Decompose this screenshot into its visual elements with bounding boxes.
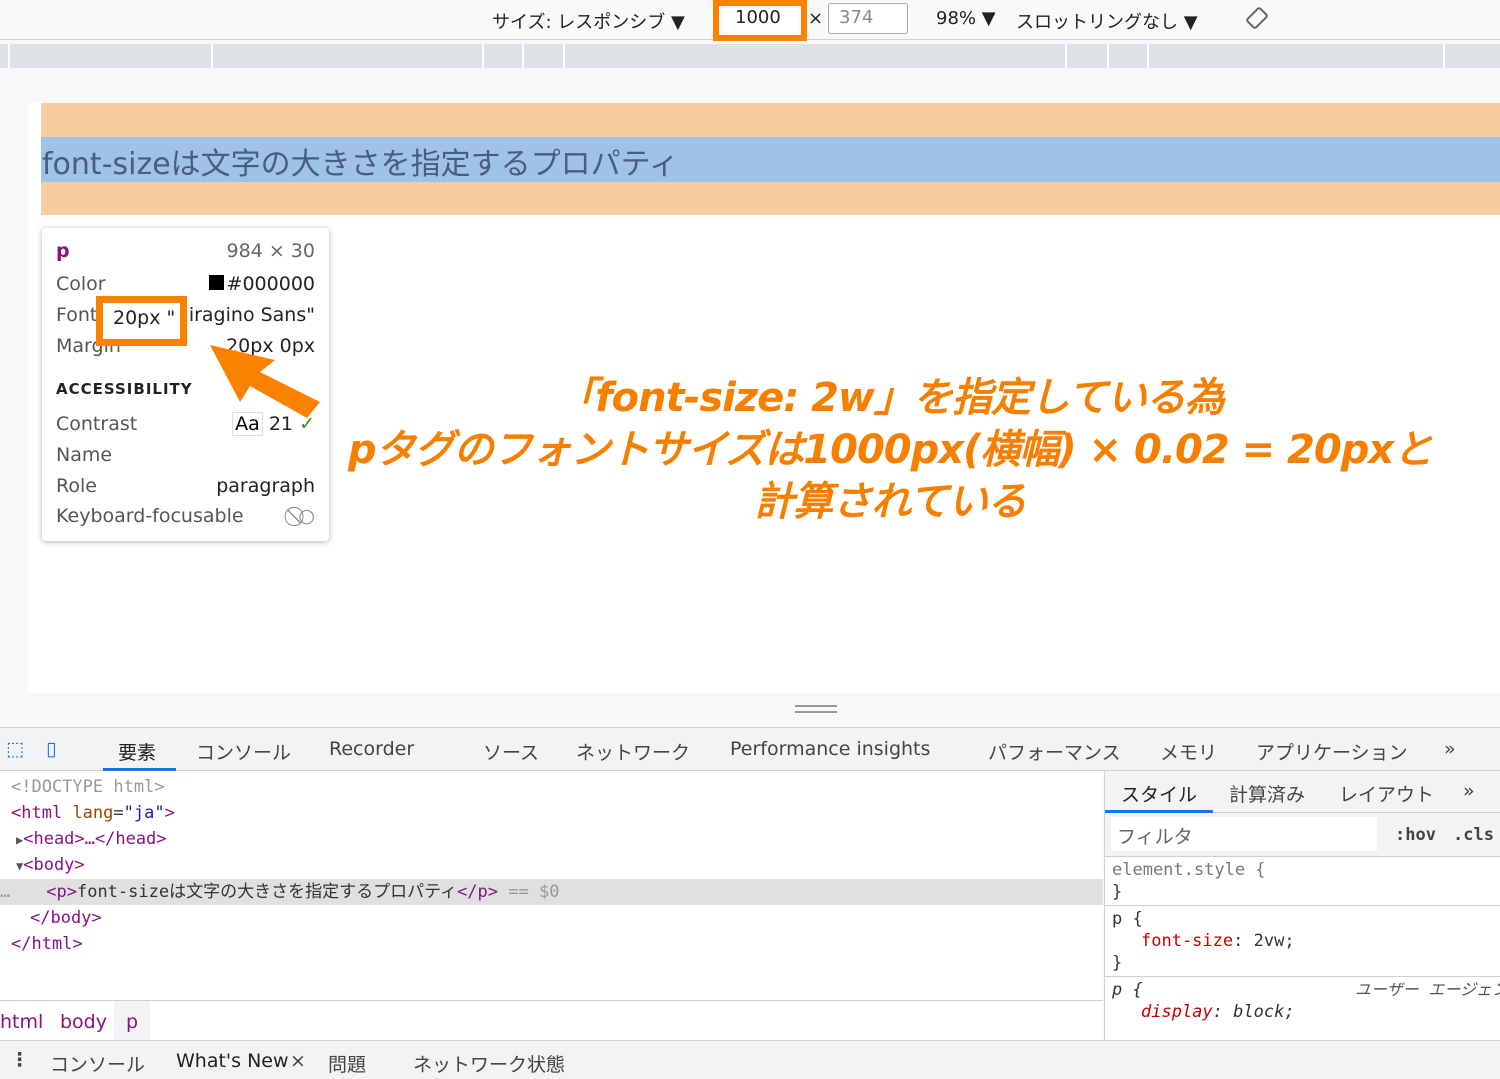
tab-computed[interactable]: 計算済み (1229, 780, 1305, 807)
dom-p-selected[interactable]: … <p>font-sizeは文字の大きさを指定するプロパティ</p> == $0 (0, 879, 1103, 905)
tab-layout[interactable]: レイアウト (1339, 780, 1434, 807)
tab-network[interactable]: ネットワーク (576, 738, 690, 765)
more-tabs-button[interactable]: » (1444, 738, 1456, 760)
height-input[interactable]: 374 (828, 3, 908, 34)
times-sign: × (808, 8, 824, 29)
tab-sources[interactable]: ソース (483, 738, 539, 765)
role-label: Role (56, 475, 97, 497)
rule3-value: block; (1233, 1002, 1295, 1022)
annotation: 「font-size: 2w」を指定している為 pタグのフォントサイズは1000… (340, 372, 1440, 528)
breadcrumb: html body p (0, 1000, 1103, 1041)
breadcrumb-p[interactable]: p (114, 1001, 151, 1041)
devtools-tabbar: ⬚ ▯ 要素 コンソール Recorder ソース ネットワーク Perform… (0, 727, 1500, 771)
dom-head[interactable]: ▶<head>…</head> (16, 826, 167, 852)
dom-html[interactable]: <html lang="ja"> (11, 800, 175, 826)
color-swatch (208, 275, 224, 290)
drawer-tabbar: ⋮ コンソール What's New × 問題 ネットワーク状態 (0, 1040, 1500, 1079)
contrast-label: Contrast (56, 413, 138, 435)
styles-more-button[interactable]: » (1463, 780, 1475, 802)
font-label: Font (56, 304, 98, 326)
dom-body[interactable]: ▼<body> (16, 852, 85, 878)
drawer-menu-icon[interactable]: ⋮ (10, 1049, 29, 1071)
color-label: Color (56, 273, 106, 295)
color-value: #000000 (226, 273, 315, 295)
width-highlight-box (713, 0, 807, 41)
hov-button[interactable]: :hov (1395, 825, 1436, 845)
tab-performance[interactable]: パフォーマンス (988, 738, 1121, 765)
role-value: paragraph (216, 475, 315, 497)
device-toggle-icon[interactable]: ▯ (46, 738, 56, 760)
dom-body-close[interactable]: </body> (30, 905, 102, 931)
tab-console[interactable]: コンソール (196, 738, 291, 765)
highlight-font-text: 20px " (113, 307, 176, 329)
drawer-close-icon[interactable]: × (290, 1050, 306, 1072)
resize-handle[interactable] (795, 705, 837, 713)
zoom-dropdown[interactable]: 98% ▼ (936, 8, 996, 29)
not-focusable-icon: ⃠○ (298, 505, 315, 527)
breadcrumb-html[interactable]: html (0, 1011, 43, 1033)
tab-performance-insights[interactable]: Performance insights (730, 738, 930, 760)
cls-button[interactable]: .cls (1453, 825, 1494, 845)
name-label: Name (56, 444, 113, 466)
drawer-tab-issues[interactable]: 問題 (328, 1050, 366, 1077)
keyboard-label: Keyboard-focusable (56, 505, 244, 527)
elements-panel: <!DOCTYPE html> <html lang="ja"> ▶<head>… (0, 771, 1103, 1000)
tooltip-tag: p (56, 240, 70, 262)
annotation-line2: pタグのフォントサイズは1000px(横幅) × 0.02 = 20pxと計算さ… (347, 427, 1433, 525)
paragraph[interactable]: font-sizeは文字の大きさを指定するプロパティ (42, 139, 679, 183)
drawer-tab-whats-new[interactable]: What's New (176, 1050, 289, 1072)
rotate-icon[interactable] (1245, 6, 1269, 30)
font-highlight-box: 20px " (96, 296, 187, 346)
tab-elements[interactable]: 要素 (118, 738, 156, 765)
rule-p-author[interactable]: p {font-size: 2vw;} (1105, 906, 1500, 977)
arrow-icon (210, 345, 320, 418)
rule-element-style[interactable]: element.style {} (1105, 857, 1500, 906)
media-query-bar[interactable] (0, 44, 1500, 68)
size-dropdown[interactable]: サイズ: レスポンシブ ▼ (492, 8, 685, 34)
annotation-line1: 「font-size: 2w」を指定している為 (556, 375, 1225, 421)
inspect-icon[interactable]: ⬚ (6, 738, 24, 760)
styles-pane: スタイル 計算済み レイアウト » フィルタ :hov .cls element… (1104, 771, 1500, 1040)
dom-html-close[interactable]: </html> (11, 931, 83, 957)
throttling-dropdown[interactable]: スロットリングなし ▼ (1016, 8, 1198, 34)
tab-styles[interactable]: スタイル (1121, 780, 1197, 807)
tab-recorder[interactable]: Recorder (329, 738, 414, 760)
styles-filter-input[interactable]: フィルタ (1111, 817, 1377, 851)
dom-doctype[interactable]: <!DOCTYPE html> (11, 774, 165, 800)
rule-p-user-agent[interactable]: p {ユーザー エージェントdisplay: block; (1105, 977, 1500, 1025)
drawer-tab-console[interactable]: コンソール (50, 1050, 145, 1077)
breadcrumb-body[interactable]: body (60, 1011, 107, 1033)
rule3-prop: display (1141, 1002, 1213, 1022)
tab-memory[interactable]: メモリ (1160, 738, 1217, 765)
tooltip-size: 984 × 30 (226, 240, 315, 262)
tab-application[interactable]: アプリケーション (1256, 738, 1408, 765)
drawer-tab-network-conditions[interactable]: ネットワーク状態 (413, 1050, 565, 1077)
